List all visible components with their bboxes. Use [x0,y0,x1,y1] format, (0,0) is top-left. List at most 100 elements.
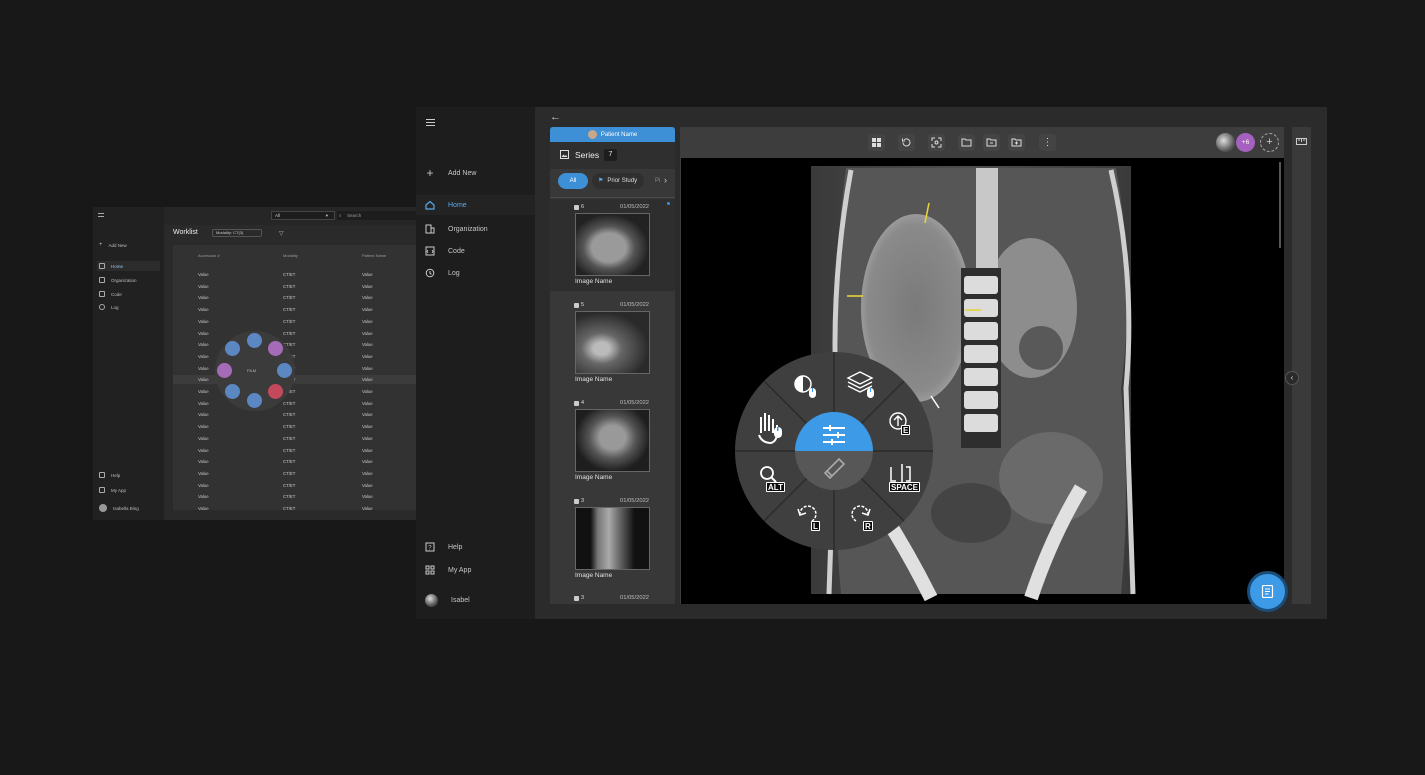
background-worklist-app: + Add New Home Organization Code Log Help… [93,207,416,520]
mini-cell: Value [362,283,373,289]
mini-folder-icon[interactable] [268,341,283,356]
mini-nav-code[interactable]: Code [97,289,160,299]
layers-tool-button[interactable] [842,361,882,401]
collapse-panel-button[interactable]: ‹ [1285,371,1299,385]
series-thumbnail[interactable]: 3 01/05/2022 Image Name [552,497,673,587]
layout-grid-button[interactable] [868,134,885,151]
series-image-name: Image Name [575,474,613,481]
mini-send-icon[interactable] [277,363,292,378]
mini-doc-icon[interactable] [217,363,232,378]
sidebar-item-help[interactable]: ? Help [425,541,462,553]
sidebar-item-add-new[interactable]: + Add New [425,166,476,180]
mini-nav-organization[interactable]: Organization [97,275,160,285]
series-date: 01/05/2022 [620,400,650,406]
apps-icon [425,565,435,575]
mini-cell: CT/ET [283,400,296,406]
mini-nav-home[interactable]: Home [97,261,160,271]
mini-nav-log[interactable]: Log [97,302,160,312]
rotate-right-button[interactable] [842,501,882,541]
mini-cell: Value [362,400,373,406]
add-collaborator-button[interactable]: + [1260,133,1279,152]
mini-cell: CT/ET [283,459,296,465]
add-folder-button[interactable] [1008,134,1025,151]
mini-cell: CT/ET [283,295,296,301]
mini-filter-select[interactable]: All ▾ [271,211,335,220]
mini-cell: CT/ET [283,283,296,289]
patient-header[interactable]: Patient Name [550,127,675,142]
mini-cell: CT/ET [283,447,296,453]
mini-worklist-table: Accession # Modality Patient Name Value C… [173,245,416,511]
series-thumbnail[interactable]: 3 01/05/2022 [552,594,673,684]
mini-cell: CT/ET [283,318,296,324]
mini-nav-help[interactable]: Help [97,470,160,480]
mini-cell: Value [198,482,209,488]
open-folder-button[interactable] [958,134,975,151]
mini-cell: CT/ET [283,482,296,488]
mini-nav-label: Home [111,263,124,269]
sidebar-item-organization[interactable]: Organization [425,223,488,235]
fit-screen-button[interactable] [928,134,945,151]
filter-chip-prior-study[interactable]: ⚑ Prior Study [592,173,644,189]
sidebar-item-label: Help [448,543,463,551]
contrast-tool-button[interactable] [789,361,829,401]
sidebar-item-home[interactable]: Home [425,199,467,211]
series-thumbnail[interactable]: 4 01/05/2022 Image Name [552,399,673,489]
series-thumbnail[interactable]: 6 01/05/2022 Image Name [552,203,673,293]
mini-user[interactable]: Isabella Bing [97,503,160,513]
reset-button[interactable] [898,134,915,151]
mini-building-icon [99,277,105,283]
mini-history-icon [99,304,105,310]
menu-icon[interactable] [426,119,435,126]
mini-nav-add-new[interactable]: + Add New [97,240,160,250]
filter-chip-more[interactable]: Pi [648,173,662,189]
series-date: 01/05/2022 [620,498,650,504]
series-image-name: Image Name [575,376,613,383]
mini-search-input[interactable]: ⌕ Search [337,211,416,220]
mini-cell: Value [198,470,209,476]
radial-tool-menu: E ALT SPACE L R [734,351,934,551]
mini-cell: Value [198,424,209,430]
mini-apps-icon [99,487,105,493]
reset-icon [902,138,911,147]
mini-cell: Value [198,307,209,313]
mini-grid-icon[interactable] [225,341,240,356]
mini-image-icon[interactable] [247,333,262,348]
mini-cell: Value [198,283,209,289]
mini-contact-icon[interactable] [268,384,283,399]
shortcut-key-space: SPACE [889,482,920,492]
chevron-right-icon[interactable]: › [664,175,667,185]
more-options-button[interactable]: ⋮ [1039,134,1056,151]
sidebar-item-log[interactable]: Log [425,267,460,279]
mini-cell: Value [362,494,373,500]
mini-briefcase-icon[interactable] [247,393,262,408]
filter-chip-all[interactable]: All [558,173,588,189]
export-folder-button[interactable] [983,134,1000,151]
mini-menu-icon[interactable] [98,213,104,217]
mini-cell: Value [362,342,373,348]
rotate-left-button[interactable] [789,501,829,541]
series-thumbnail[interactable]: 5 01/05/2022 Image Name [552,301,673,391]
sidebar-item-my-app[interactable]: My App [425,564,471,576]
chevron-down-icon: ▾ [325,213,328,218]
sidebar-item-code[interactable]: Code [425,245,465,257]
mini-cell: Value [198,330,209,336]
more-collaborators-count: +6 [1241,139,1250,146]
series-image-count: 3 [581,498,585,504]
report-fab-button[interactable] [1250,574,1285,609]
mini-nav-my-app[interactable]: My App [97,485,160,495]
mini-help-icon [99,472,105,478]
right-tool-rail [1292,127,1311,604]
more-collaborators-badge[interactable]: +6 [1236,133,1255,152]
adjust-settings-button[interactable] [796,413,872,451]
collaborator-avatar[interactable] [1216,133,1235,152]
mini-cell: Value [198,435,209,441]
sidebar-user[interactable]: Isabel [425,593,470,607]
ruler-icon[interactable] [1296,138,1307,145]
mini-list-icon[interactable] [225,384,240,399]
back-arrow-icon[interactable]: ← [550,111,561,123]
mini-filter-chip[interactable]: Modality: CT(3) [212,229,262,237]
filter-icon[interactable]: ▽ [279,230,284,237]
annotate-button[interactable] [796,451,872,489]
shortcut-key-r: R [863,521,873,531]
stack-icon [574,303,579,308]
